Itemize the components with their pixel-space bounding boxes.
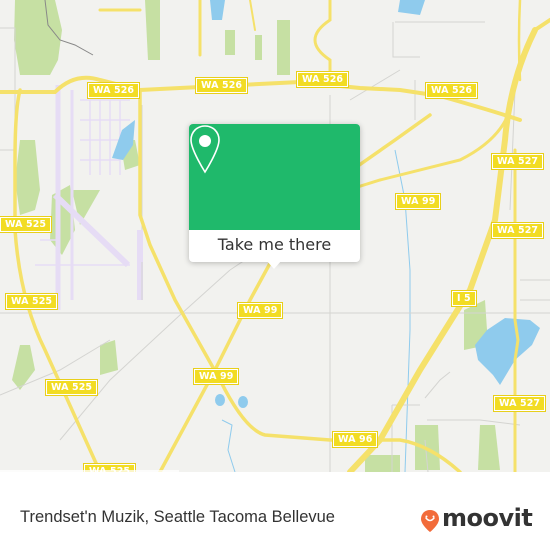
road-shield-wa525: WA 525 <box>0 216 53 233</box>
road-shield-wa527: WA 527 <box>492 395 547 412</box>
road-shield-wa526: WA 526 <box>194 77 249 94</box>
road-shield-wa99: WA 99 <box>236 302 284 319</box>
location-pin-icon <box>190 125 220 174</box>
park-area <box>255 35 262 60</box>
lake <box>398 0 425 15</box>
location-popup: Take me there <box>189 124 360 269</box>
road-shield-wa99: WA 99 <box>192 368 240 385</box>
moovit-pin-icon <box>421 510 439 532</box>
place-title: Trendset'n Muzik, Seattle Tacoma Bellevu… <box>20 508 335 526</box>
road-shield-wa526: WA 526 <box>424 82 479 99</box>
park-area <box>72 190 100 225</box>
park-area <box>14 0 62 75</box>
road-shield-wa99: WA 99 <box>394 193 442 210</box>
road-shield-i5: I 5 <box>451 290 477 307</box>
road-shield-wa526: WA 526 <box>295 71 350 88</box>
park-area <box>365 455 400 472</box>
road-shield-wa525: WA 525 <box>4 293 59 310</box>
popup-pointer <box>266 260 282 269</box>
brand-name: moovit <box>442 504 533 532</box>
take-me-there-button[interactable]: Take me there <box>189 230 360 262</box>
park-area <box>225 30 235 55</box>
popup-header <box>189 124 360 230</box>
road-shield-wa527: WA 527 <box>490 222 545 239</box>
road-shield-wa527: WA 527 <box>490 153 545 170</box>
map-attribution[interactable]: © OpenStreetMap contributors <box>0 470 179 472</box>
park-area <box>15 140 40 215</box>
park-area <box>100 340 118 375</box>
map-view[interactable]: WA 526 WA 526 WA 526 WA 526 WA 525 WA 52… <box>0 0 550 472</box>
road-shield-wa525: WA 525 <box>44 379 99 396</box>
road-shield-wa526: WA 526 <box>86 82 141 99</box>
park-area <box>277 20 290 75</box>
pond <box>215 394 225 406</box>
lake <box>210 0 225 20</box>
footer: Trendset'n Muzik, Seattle Tacoma Bellevu… <box>0 490 550 550</box>
park-area <box>145 0 160 60</box>
road-shield-wa96: WA 96 <box>331 431 379 448</box>
park-area <box>478 425 500 470</box>
pond <box>238 396 248 408</box>
road-wa527 <box>513 148 520 472</box>
park-area <box>12 345 35 390</box>
